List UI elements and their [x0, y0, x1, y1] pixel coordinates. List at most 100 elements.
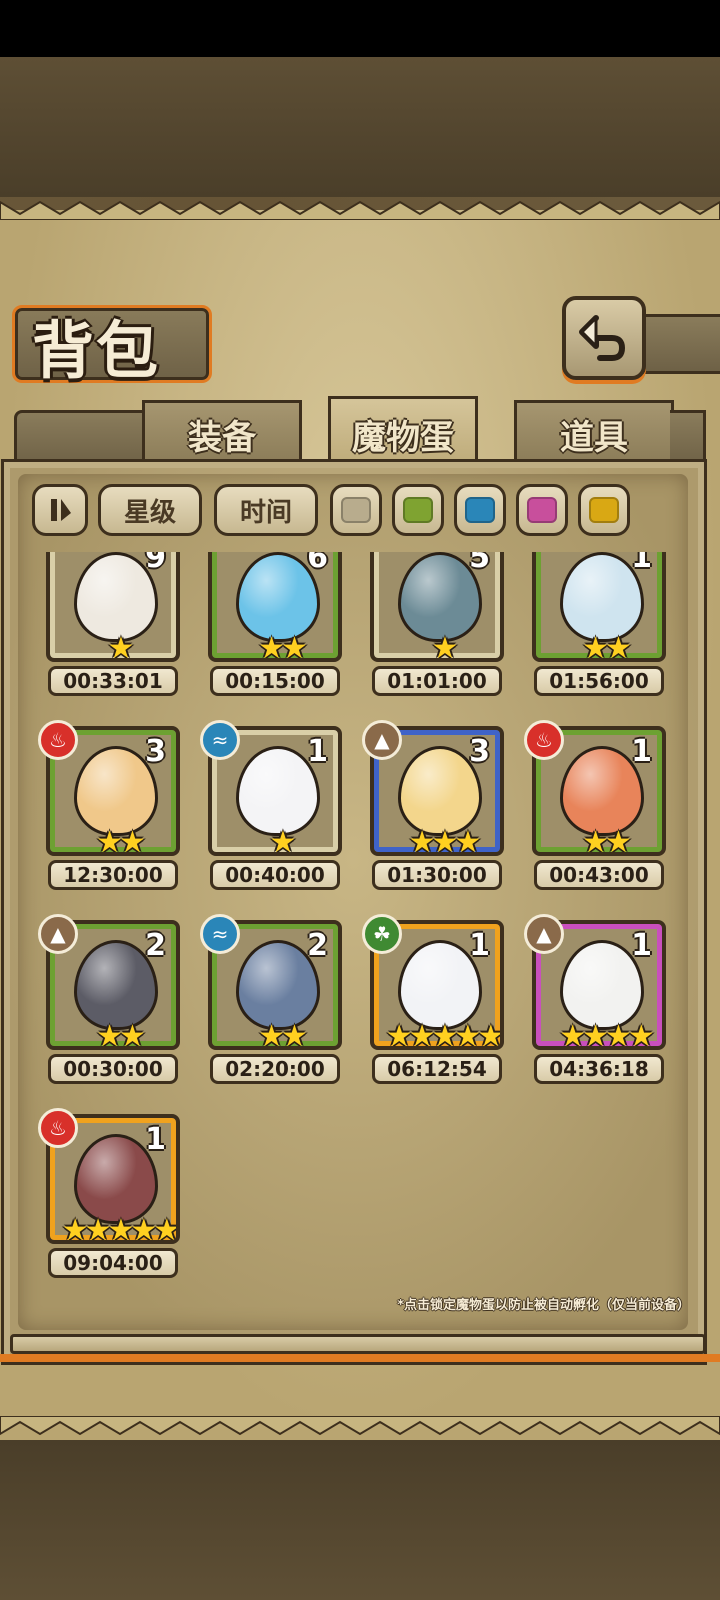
sort-by-star-button[interactable]: 星级 [98, 484, 202, 536]
egg-card[interactable]: 2 ★★ ▲ 00:30:00 [38, 914, 184, 1084]
egg-card[interactable]: 1 ★★ 01:56:00 [530, 552, 670, 696]
egg-card[interactable]: 1 ★★★★★ ♨ 09:04:00 [38, 1108, 184, 1278]
egg-count: 1 [307, 734, 328, 769]
hatch-timer: 12:30:00 [48, 860, 178, 890]
egg-card-frame: 6 ★★ [208, 552, 342, 662]
egg-star-rating: ★ [107, 631, 135, 662]
tab-bar-left-stub [14, 410, 144, 466]
egg-count: 2 [145, 928, 166, 963]
egg-card[interactable]: 9 ★ 00:33:01 [44, 552, 184, 696]
hatch-timer: 00:33:01 [48, 666, 178, 696]
tab-equipment[interactable]: 装备 [142, 400, 302, 466]
sort-by-time-button[interactable]: 时间 [214, 484, 318, 536]
sort-order-button[interactable] [32, 484, 88, 536]
lock-hint-footnote: *点击锁定魔物蛋以防止被自动孵化（仅当前设备） [397, 1298, 690, 1313]
water-element-icon: ≈ [200, 914, 240, 954]
egg-count: 1 [469, 928, 490, 963]
egg-count: 5 [469, 552, 490, 575]
egg-star-rating: ★★★ [408, 825, 482, 856]
egg-count: 9 [145, 552, 166, 575]
egg-star-rating: ★ [269, 825, 297, 856]
egg-card[interactable]: 1 ★ ≈00:40:00 [200, 720, 346, 890]
page-title: 背包 [32, 314, 161, 387]
filter-color-gold[interactable] [578, 484, 630, 536]
hatch-timer: 00:30:00 [48, 1054, 178, 1084]
earth-element-icon: ▲ [524, 914, 564, 954]
egg-grid: 9 ★ 00:33:01 6 ★★ 00:15:00 5 ★ 01:01:00 1 ★★ 01:56:… [28, 552, 692, 1312]
egg-count: 3 [469, 734, 490, 769]
hatch-timer: 01:56:00 [534, 666, 664, 696]
egg-count: 1 [631, 734, 652, 769]
egg-card-frame: 1 ★★ [532, 552, 666, 662]
hatch-timer: 01:01:00 [372, 666, 502, 696]
egg-count: 6 [307, 552, 328, 575]
filter-color-blue[interactable] [454, 484, 506, 536]
wood-element-icon: ☘ [362, 914, 402, 954]
tab-monster-eggs[interactable]: 魔物蛋 [328, 396, 478, 470]
egg-count: 1 [145, 1122, 166, 1157]
gold-swatch [589, 497, 619, 523]
tab-bar-right-stub [670, 410, 706, 466]
panel-bottom-rail [10, 1334, 706, 1354]
pause-sort-icon [51, 499, 71, 521]
fire-element-icon: ♨ [38, 720, 78, 760]
hatch-timer: 00:40:00 [210, 860, 340, 890]
hatch-timer: 00:15:00 [210, 666, 340, 696]
fire-element-icon: ♨ [38, 1108, 78, 1148]
egg-star-rating: ★★ [582, 631, 632, 662]
tab-monster-eggs-label: 魔物蛋 [352, 418, 454, 458]
panel-bottom-trim [0, 1354, 720, 1362]
egg-star-rating: ★★★★★ [61, 1213, 177, 1244]
egg-star-rating: ★★★★★ [385, 1019, 501, 1050]
filter-color-green[interactable] [392, 484, 444, 536]
sort-by-time-label: 时间 [239, 497, 292, 528]
hatch-timer: 01:30:00 [372, 860, 502, 890]
hatch-timer: 00:43:00 [534, 860, 664, 890]
bottom-map-band [0, 1440, 720, 1600]
back-button[interactable] [562, 296, 646, 380]
gray-swatch [341, 497, 371, 523]
hatch-timer: 04:36:18 [534, 1054, 664, 1084]
water-element-icon: ≈ [200, 720, 240, 760]
egg-count: 1 [631, 928, 652, 963]
egg-card[interactable]: 3 ★★ ♨ 12:30:00 [38, 720, 184, 890]
egg-card-frame: 9 ★ [46, 552, 180, 662]
egg-card[interactable]: 1 ★★ ♨ 00:43:00 [524, 720, 670, 890]
fire-element-icon: ♨ [524, 720, 564, 760]
egg-star-rating: ★ [431, 631, 459, 662]
egg-card[interactable]: 1 ★★★★ ▲ 04:36:18 [524, 914, 670, 1084]
tab-bar: 装备 魔物蛋 道具 [0, 396, 720, 470]
egg-card[interactable]: 3 ★★★ ▲ 01:30:00 [362, 720, 508, 890]
egg-card[interactable]: 1 ★★★★★ ☘ 06:12:54 [362, 914, 508, 1084]
egg-star-rating: ★★ [258, 1019, 308, 1050]
egg-star-rating: ★★ [96, 1019, 146, 1050]
purple-swatch [527, 497, 557, 523]
egg-count: 2 [307, 928, 328, 963]
filter-color-gray[interactable] [330, 484, 382, 536]
egg-card[interactable]: 2 ★★ ≈02:20:00 [200, 914, 346, 1084]
egg-card-frame: 5 ★ [370, 552, 504, 662]
back-arrow-icon [579, 315, 625, 361]
hatch-timer: 09:04:00 [48, 1248, 178, 1278]
tab-items-label: 道具 [560, 418, 628, 458]
green-swatch [403, 497, 433, 523]
hatch-timer: 02:20:00 [210, 1054, 340, 1084]
tab-items[interactable]: 道具 [514, 400, 674, 466]
filter-bar: 星级 时间 [28, 484, 688, 542]
hatch-timer: 06:12:54 [372, 1054, 502, 1084]
filter-color-purple[interactable] [516, 484, 568, 536]
egg-star-rating: ★★ [96, 825, 146, 856]
egg-star-rating: ★★ [582, 825, 632, 856]
egg-star-rating: ★★ [258, 631, 308, 662]
egg-count: 1 [631, 552, 652, 575]
earth-element-icon: ▲ [38, 914, 78, 954]
tab-equipment-label: 装备 [188, 418, 256, 458]
zigzag-top-edge [0, 200, 720, 220]
earth-element-icon: ▲ [362, 720, 402, 760]
egg-star-rating: ★★★★ [559, 1019, 655, 1050]
blue-swatch [465, 497, 495, 523]
egg-card[interactable]: 6 ★★ 00:15:00 [206, 552, 346, 696]
egg-card[interactable]: 5 ★ 01:01:00 [368, 552, 508, 696]
zigzag-bottom-edge [0, 1416, 720, 1436]
top-map-band [0, 57, 720, 197]
